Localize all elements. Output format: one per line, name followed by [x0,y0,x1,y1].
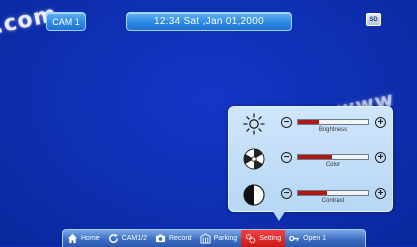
datetime-display: 12:34 Sat ,Jan 01,2000 [126,12,292,31]
camera-label-button[interactable]: CAM 1 [46,12,86,31]
sd-card-icon: SD [366,13,381,26]
brightness-slider-fill [298,120,319,124]
nav-item-home[interactable]: Home [63,230,104,247]
brightness-slider[interactable] [297,119,369,125]
contrast-slider-fill [298,191,328,195]
nav-item-parking[interactable]: Parking [196,230,242,247]
color-slider[interactable] [297,154,369,160]
brightness-row: − + Brightness [229,109,392,139]
panel-pointer [272,210,286,221]
nav-item-open[interactable]: Open 1 [285,230,330,247]
color-wheel-icon [243,148,265,170]
nav-item-label: Open 1 [303,235,327,242]
nav-item-label: Home [81,235,100,242]
sun-icon [243,113,265,135]
key-icon [289,235,300,242]
parking-icon [200,233,211,244]
color-slider-fill [298,155,332,159]
contrast-label: Contrast [321,198,345,204]
nav-item-cam-switch[interactable]: CAM1/2 [104,230,151,247]
nav-item-setting[interactable]: Setting [241,230,286,247]
camera-icon [155,234,166,243]
bottom-nav-bar: Home CAM1/2 Record Parking Setting Open … [62,229,366,247]
brightness-decrease-button[interactable]: − [281,117,292,128]
nav-item-label: Record [168,235,192,242]
nav-item-label: Setting [259,235,282,242]
contrast-increase-button[interactable]: + [375,188,386,199]
contrast-icon [243,184,265,206]
brightness-label: Brightness [318,127,348,133]
nav-item-label: CAM1/2 [121,235,147,242]
home-icon [67,233,78,244]
brightness-increase-button[interactable]: + [375,117,386,128]
nav-item-label: Parking [213,235,238,242]
nav-item-record[interactable]: Record [151,230,196,247]
color-decrease-button[interactable]: − [281,152,292,163]
color-row: − + Color [229,144,392,174]
contrast-row: − + Contrast [229,180,392,210]
contrast-decrease-button[interactable]: − [281,188,292,199]
refresh-icon [108,233,118,243]
color-increase-button[interactable]: + [375,152,386,163]
contrast-slider[interactable] [297,190,369,196]
gear-icon [246,233,256,244]
color-label: Color [325,162,341,168]
image-settings-panel: − + Brightness − + Color − + Contrast [228,106,393,212]
